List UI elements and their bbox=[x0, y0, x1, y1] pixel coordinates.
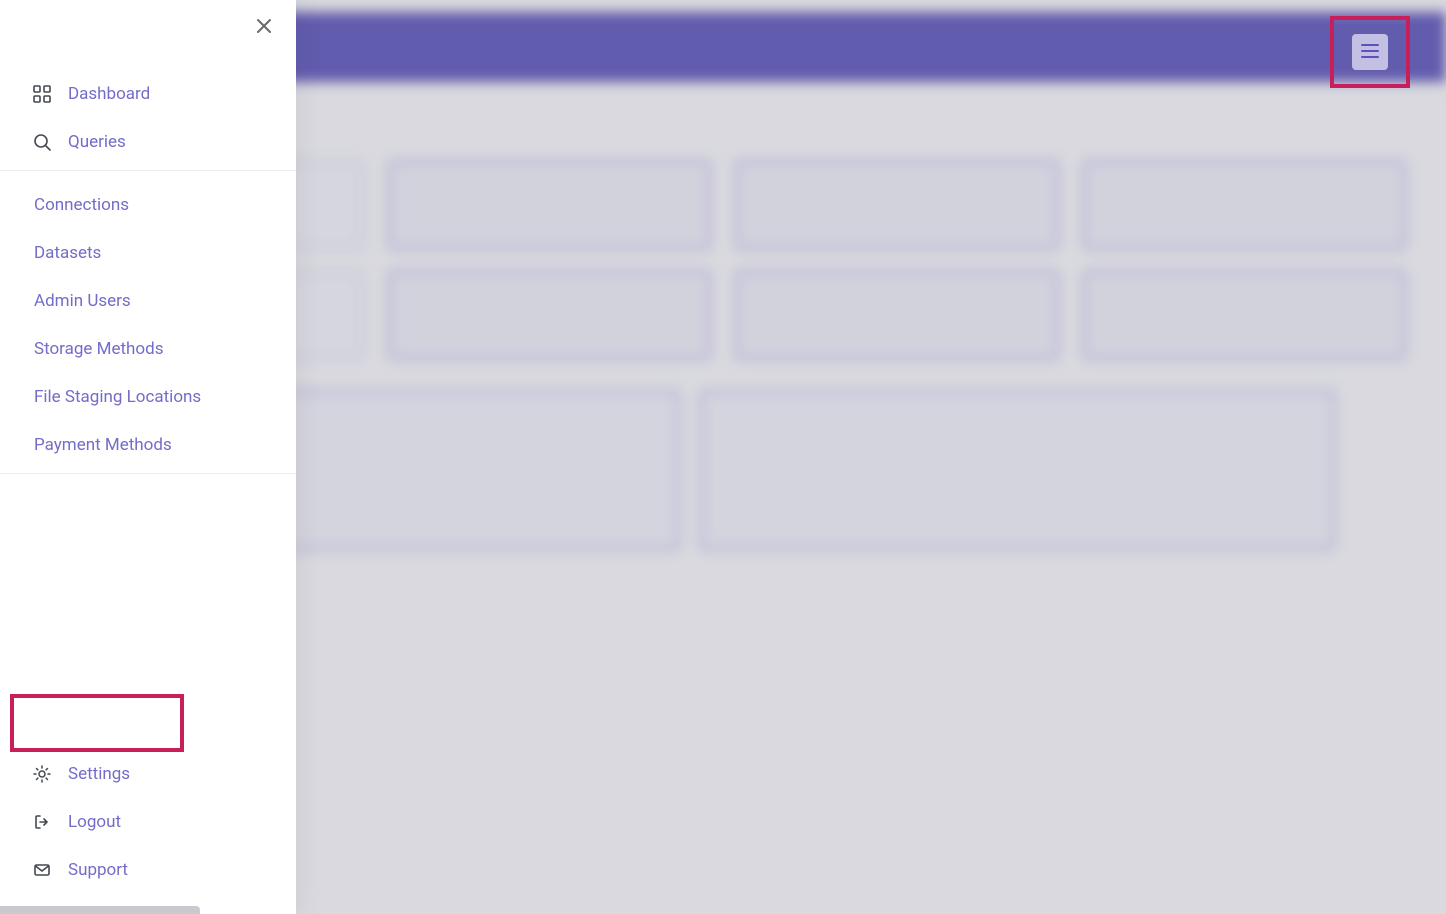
sidebar-item-support[interactable]: Support bbox=[0, 846, 296, 894]
close-drawer-button[interactable] bbox=[250, 14, 278, 42]
sidebar-item-settings[interactable]: Settings bbox=[0, 750, 296, 798]
hamburger-highlight bbox=[1330, 16, 1410, 88]
search-icon bbox=[32, 132, 52, 152]
grid-icon bbox=[32, 84, 52, 104]
sidebar-item-dashboard[interactable]: Dashboard bbox=[0, 70, 296, 118]
sidebar-item-label: Logout bbox=[68, 812, 121, 832]
menu-button[interactable] bbox=[1352, 34, 1388, 70]
sidebar-item-label: Support bbox=[68, 860, 128, 880]
sidebar-item-label: Queries bbox=[68, 132, 126, 152]
sidebar-item-storage-methods[interactable]: Storage Methods bbox=[0, 325, 296, 373]
close-icon bbox=[255, 17, 273, 39]
navigation-drawer: Dashboard Queries Connections Datasets A… bbox=[0, 0, 296, 914]
sidebar-item-label: Payment Methods bbox=[34, 435, 172, 455]
gear-icon bbox=[32, 764, 52, 784]
sidebar-item-label: Storage Methods bbox=[34, 339, 163, 359]
logout-icon bbox=[32, 812, 52, 832]
sidebar-item-label: File Staging Locations bbox=[34, 387, 201, 407]
sidebar-item-logout[interactable]: Logout bbox=[0, 798, 296, 846]
bottom-indicator bbox=[0, 906, 200, 914]
sidebar-item-label: Connections bbox=[34, 195, 129, 215]
mail-icon bbox=[32, 860, 52, 880]
sidebar-item-label: Datasets bbox=[34, 243, 101, 263]
sidebar-item-payment-methods[interactable]: Payment Methods bbox=[0, 421, 296, 469]
sidebar-item-admin-users[interactable]: Admin Users bbox=[0, 277, 296, 325]
sidebar-item-label: Dashboard bbox=[68, 84, 150, 104]
sidebar-item-file-staging-locations[interactable]: File Staging Locations bbox=[0, 373, 296, 421]
sidebar-item-label: Admin Users bbox=[34, 291, 131, 311]
sidebar-item-datasets[interactable]: Datasets bbox=[0, 229, 296, 277]
sidebar-item-connections[interactable]: Connections bbox=[0, 181, 296, 229]
sidebar-item-queries[interactable]: Queries bbox=[0, 118, 296, 166]
menu-icon bbox=[1361, 43, 1379, 62]
sidebar-item-label: Settings bbox=[68, 764, 130, 784]
